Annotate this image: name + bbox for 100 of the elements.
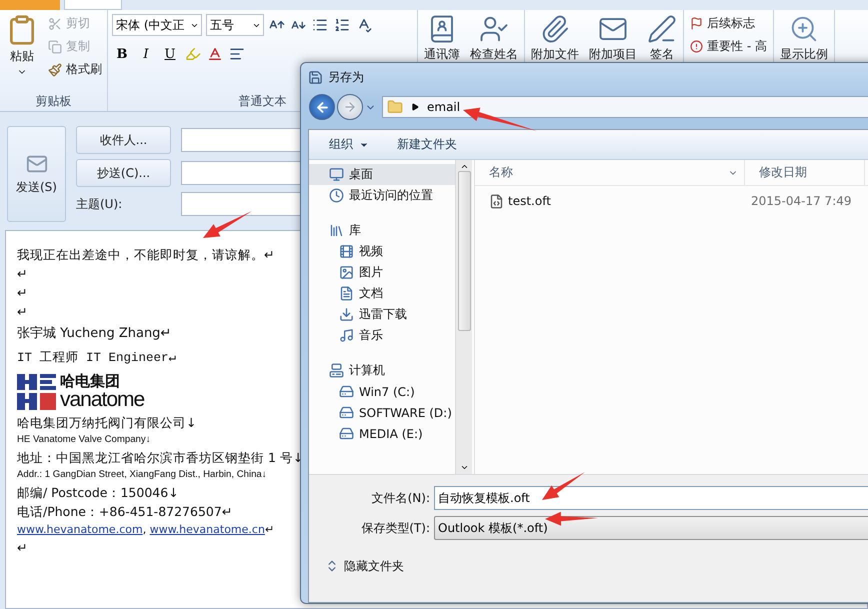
- font-color-icon: [207, 46, 223, 62]
- dialog-title: 另存为: [328, 68, 364, 86]
- file-icon: [489, 194, 504, 208]
- separator-text: ,: [142, 522, 148, 538]
- nav-item[interactable]: 视频: [309, 241, 455, 262]
- drive-icon: [339, 426, 354, 441]
- cc-button[interactable]: 抄送(C)...: [76, 159, 171, 187]
- body-text: Addr.: 1 GangDian Street, XiangFang Dist., Harbin, China↓: [17, 468, 267, 482]
- nav-item[interactable]: 库: [309, 220, 455, 241]
- scrollbar[interactable]: [455, 160, 472, 474]
- document-icon: [339, 286, 354, 301]
- annotation-arrow: [545, 512, 598, 526]
- paste-button[interactable]: 粘贴: [4, 14, 40, 93]
- back-button[interactable]: [309, 94, 335, 120]
- person-check-icon: [479, 14, 509, 44]
- scroll-up-icon: [460, 162, 468, 171]
- forward-button[interactable]: [337, 94, 363, 120]
- nav-item[interactable]: SOFTWARE (D:): [309, 402, 455, 423]
- group-label: 剪贴板: [36, 93, 72, 109]
- download-icon: [339, 307, 354, 322]
- computer-icon: [329, 363, 344, 378]
- hide-folders-button[interactable]: 隐藏文件夹: [319, 561, 410, 571]
- format-button[interactable]: I: [136, 44, 156, 64]
- nav-item[interactable]: 计算机: [309, 360, 455, 381]
- nav-item[interactable]: 文档: [309, 283, 455, 304]
- body-text: 张宇城 Yucheng Zhang↵: [17, 325, 172, 343]
- clock-icon: [329, 188, 344, 203]
- nav-item[interactable]: 最近访问的位置: [309, 185, 455, 206]
- format-button[interactable]: U: [160, 44, 180, 64]
- pen-icon: [647, 14, 677, 44]
- body-text: 我现正在出差途中，不能即时复，请谅解。↵: [17, 246, 274, 264]
- body-text: IT 工程师 IT Engineer↵: [17, 350, 176, 367]
- drive-icon: [339, 384, 354, 399]
- to-button[interactable]: 收件人...: [76, 126, 171, 154]
- format-button[interactable]: B: [112, 44, 132, 64]
- column-header[interactable]: 修改日期: [745, 160, 865, 185]
- back-icon: [314, 100, 330, 114]
- align-left-icon: [229, 46, 245, 62]
- film-icon: [339, 244, 354, 259]
- subject-label: 主题(U):: [76, 196, 124, 212]
- body-text: ↵: [17, 303, 28, 321]
- address-bar[interactable]: email: [382, 96, 868, 118]
- column-header[interactable]: 名称: [475, 160, 745, 185]
- file-type-combo[interactable]: Outlook 模板(*.oft): [434, 516, 868, 540]
- nav-item[interactable]: 图片: [309, 262, 455, 283]
- file-row[interactable]: test.oft 2015-04-17 7:49: [475, 186, 868, 216]
- group-label: 普通文本: [238, 93, 286, 109]
- font-size-combo[interactable]: 五号: [206, 14, 264, 36]
- forward-icon: [343, 100, 357, 114]
- send-button[interactable]: 发送(S): [7, 126, 66, 222]
- body-text: 电话/Phone：+86-451-87276507↵: [17, 503, 232, 521]
- paragraph-mark: ↵: [264, 522, 274, 538]
- brush-icon: [48, 62, 62, 76]
- body-text: 地址：中国黑龙江省哈尔滨市香坊区钢垫街 1 号↓: [17, 449, 304, 467]
- logo-wordmark: vanatome: [60, 389, 144, 410]
- body-text: 邮编/ Postcode：150046↓: [17, 484, 179, 502]
- tag-button[interactable]: 重要性 - 高: [688, 37, 769, 56]
- annotation-arrow: [203, 211, 252, 238]
- highlighter-icon: [185, 46, 201, 62]
- nav-item[interactable]: 音乐: [309, 325, 455, 346]
- filename-field[interactable]: 自动恢复模板.oft: [434, 486, 868, 510]
- music-note-icon: [339, 328, 354, 343]
- numbering-button[interactable]: [333, 16, 351, 34]
- body-text: 哈电集团万纳托阀门有限公司↓: [17, 414, 196, 432]
- bullet-list-icon: [312, 17, 328, 33]
- folder-icon: [387, 99, 403, 115]
- body-text: ↵: [17, 539, 28, 557]
- flag-icon: [690, 17, 703, 30]
- annotation-arrow: [542, 472, 585, 500]
- body-text: ↵: [17, 284, 28, 302]
- logo-icon: [17, 374, 57, 410]
- monitor-icon: [329, 167, 344, 182]
- website-link[interactable]: www.hevanatome.cn: [150, 521, 265, 538]
- font-name-combo[interactable]: 宋体 (中文正: [112, 14, 202, 36]
- nav-item[interactable]: 迅雷下载: [309, 304, 455, 325]
- clipboard-action[interactable]: 格式刷: [46, 60, 104, 79]
- library-icon: [329, 223, 344, 238]
- toolbar-button[interactable]: 组织: [325, 134, 373, 155]
- file-type-label: 保存类型(T):: [361, 520, 431, 536]
- copy-icon: [48, 40, 62, 54]
- logo-text: 哈电集团: [60, 374, 121, 389]
- numbered-list-icon: [334, 17, 350, 33]
- nav-item[interactable]: 桌面: [309, 164, 455, 185]
- nav-item[interactable]: MEDIA (E:): [309, 423, 455, 444]
- toolbar-button[interactable]: 新建文件夹: [393, 134, 461, 155]
- paperclip-icon: [540, 14, 570, 44]
- website-link[interactable]: www.hevanatome.com: [17, 521, 143, 538]
- scissors-icon: [48, 16, 62, 30]
- file-name: test.oft: [508, 194, 551, 208]
- nav-item[interactable]: Win7 (C:): [309, 381, 455, 402]
- exclamation-icon: [690, 40, 703, 53]
- body-text: ↵: [17, 265, 28, 283]
- scroll-down-icon: [460, 463, 468, 472]
- file-date: 2015-04-17 7:49: [750, 194, 852, 208]
- scroll-thumb[interactable]: [458, 171, 470, 331]
- drive-icon: [339, 405, 354, 420]
- tag-button[interactable]: 后续标志: [688, 14, 769, 33]
- picture-icon: [339, 265, 354, 280]
- font-color-button[interactable]: [206, 45, 224, 63]
- filename-label: 文件名(N):: [372, 490, 431, 506]
